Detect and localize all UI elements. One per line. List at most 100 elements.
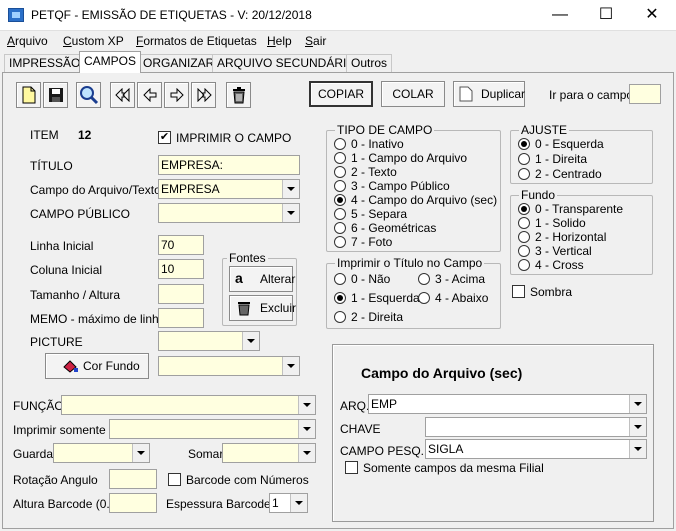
picture-combo[interactable] <box>158 331 260 351</box>
radio-label: 4 - Campo do Arquivo (sec) <box>351 193 498 207</box>
fundo-option-0[interactable]: 0 - Transparente <box>518 203 623 217</box>
radio-dot <box>418 272 430 285</box>
menu-label: elp <box>275 34 292 48</box>
imprimir-titulo-option-2[interactable]: 2 - Direita <box>334 311 403 325</box>
delete-button[interactable] <box>226 82 251 108</box>
close-button[interactable]: ✕ <box>629 0 675 30</box>
menu-formatos[interactable]: Formatos de Etiquetas <box>136 34 257 48</box>
coluna-inicial-input[interactable]: 10 <box>158 259 204 279</box>
tab-campos[interactable]: CAMPOS <box>79 51 142 73</box>
tipo-campo-option-4[interactable]: 4 - Campo do Arquivo (sec) <box>334 194 497 208</box>
imprimir-titulo-option-1[interactable]: 1 - Esquerda <box>334 292 420 306</box>
chevron-down-icon[interactable] <box>629 395 646 413</box>
last-button[interactable] <box>191 82 216 108</box>
ajuste-option-1[interactable]: 1 - Direita <box>518 153 587 167</box>
tab-outros[interactable]: Outros <box>346 54 393 72</box>
arq-combo[interactable]: EMP <box>368 394 647 414</box>
tipo-campo-option-2[interactable]: 2 - Texto <box>334 166 397 180</box>
chevron-down-icon[interactable] <box>629 440 646 458</box>
funcao-combo[interactable] <box>61 395 316 415</box>
imprimir-titulo-option-3[interactable]: 3 - Acima <box>418 273 485 287</box>
prev-button[interactable] <box>137 82 162 108</box>
menu-arquivo[interactable]: Arquivo <box>7 34 48 48</box>
imprimir-titulo-option-4[interactable]: 4 - Abaixo <box>418 292 488 306</box>
chevron-down-icon[interactable] <box>282 204 299 222</box>
excluir-font-button[interactable]: Excluir <box>229 295 296 321</box>
minimize-button[interactable]: — <box>537 0 583 30</box>
tipo-campo-option-6[interactable]: 6 - Geométricas <box>334 222 436 236</box>
tipo-campo-option-0[interactable]: 0 - Inativo <box>334 138 404 152</box>
fundo-option-3[interactable]: 3 - Vertical <box>518 245 592 259</box>
campo-publico-combo[interactable] <box>158 203 300 223</box>
cor-fundo-combo[interactable] <box>158 356 300 376</box>
tab-impressao[interactable]: IMPRESSÃO <box>4 54 86 72</box>
chevron-down-icon[interactable] <box>298 420 315 438</box>
campo-arquivo-combo[interactable]: EMPRESA <box>158 179 300 199</box>
ajuste-option-0[interactable]: 0 - Esquerda <box>518 138 604 152</box>
checkbox-box: ✔ <box>158 131 171 145</box>
chevron-down-icon[interactable] <box>629 418 646 436</box>
sombra-checkbox[interactable]: Sombra <box>512 285 572 300</box>
radio-dot <box>334 137 346 150</box>
cor-fundo-button[interactable]: Cor Fundo <box>45 353 149 379</box>
imprimir-se-label: Imprimir somente se <box>13 423 122 437</box>
copy-button[interactable]: COPIAR <box>309 81 373 107</box>
linha-inicial-input[interactable]: 70 <box>158 235 204 255</box>
tab-organizar[interactable]: ORGANIZAR <box>138 54 220 72</box>
maximize-button[interactable]: ☐ <box>583 0 629 30</box>
funcao-label: FUNÇÃO <box>13 399 64 413</box>
chevron-down-icon[interactable] <box>282 357 299 375</box>
save-button[interactable] <box>43 82 68 108</box>
print-field-checkbox[interactable]: ✔ IMPRIMIR O CAMPO <box>158 131 291 146</box>
campo-pesq-combo[interactable]: SIGLA <box>425 439 647 459</box>
tipo-campo-option-3[interactable]: 3 - Campo Público <box>334 180 450 194</box>
combo-value: EMPRESA <box>161 182 220 196</box>
paste-button[interactable]: COLAR <box>381 81 445 107</box>
somar-combo[interactable] <box>222 443 316 463</box>
fundo-option-2[interactable]: 2 - Horizontal <box>518 231 606 245</box>
menu-custom-xp[interactable]: Custom XP <box>63 34 124 48</box>
search-button[interactable] <box>76 82 101 108</box>
barcode-numeros-checkbox[interactable]: Barcode com Números <box>168 473 309 488</box>
menu-help[interactable]: Help <box>267 34 292 48</box>
tipo-campo-option-5[interactable]: 5 - Separa <box>334 208 407 222</box>
menu-sair[interactable]: Sair <box>305 34 326 48</box>
radio-dot <box>334 310 346 323</box>
chevron-down-icon[interactable] <box>242 332 259 350</box>
chevron-down-icon[interactable] <box>282 180 299 198</box>
titulo-label: TÍTULO <box>30 159 73 173</box>
new-button[interactable] <box>16 82 41 108</box>
titulo-input[interactable]: EMPRESA: <box>158 155 300 175</box>
goto-field-input[interactable] <box>629 84 661 104</box>
radio-label: 0 - Transparente <box>535 202 624 216</box>
memo-input[interactable] <box>158 308 204 328</box>
chevron-down-icon[interactable] <box>290 494 307 512</box>
fundo-option-1[interactable]: 1 - Solido <box>518 217 586 231</box>
chevron-down-icon[interactable] <box>298 444 315 462</box>
next-button[interactable] <box>164 82 189 108</box>
menu-mnemonic: S <box>305 34 314 48</box>
imprimir-titulo-option-0[interactable]: 0 - Não <box>334 273 390 287</box>
alterar-font-button[interactable]: a Alterar <box>229 266 295 292</box>
ajuste-option-2[interactable]: 2 - Centrado <box>518 168 602 182</box>
duplicate-button[interactable]: Duplicar <box>453 81 525 107</box>
linha-inicial-label: Linha Inicial <box>30 239 94 253</box>
tamanho-input[interactable] <box>158 284 204 304</box>
app-icon <box>8 8 24 22</box>
campo-publico-label: CAMPO PÚBLICO <box>30 207 131 221</box>
imprimir-se-combo[interactable] <box>109 419 316 439</box>
guardar-combo[interactable] <box>53 443 150 463</box>
tab-arquivo-secundario[interactable]: ARQUIVO SECUNDÁRIO <box>212 54 361 72</box>
rotacao-label: Rotação Angulo <box>13 473 98 487</box>
tipo-campo-option-7[interactable]: 7 - Foto <box>334 236 392 250</box>
chevron-down-icon[interactable] <box>298 396 315 414</box>
espessura-combo[interactable]: 1 <box>269 493 308 513</box>
altura-barcode-input[interactable] <box>109 493 157 513</box>
chevron-down-icon[interactable] <box>132 444 149 462</box>
first-button[interactable] <box>110 82 135 108</box>
tipo-campo-option-1[interactable]: 1 - Campo do Arquivo <box>334 152 467 166</box>
chave-combo[interactable] <box>425 417 647 437</box>
fundo-option-4[interactable]: 4 - Cross <box>518 259 584 273</box>
rotacao-input[interactable] <box>109 469 157 489</box>
mesma-filial-checkbox[interactable]: Somente campos da mesma Filial <box>345 461 544 476</box>
